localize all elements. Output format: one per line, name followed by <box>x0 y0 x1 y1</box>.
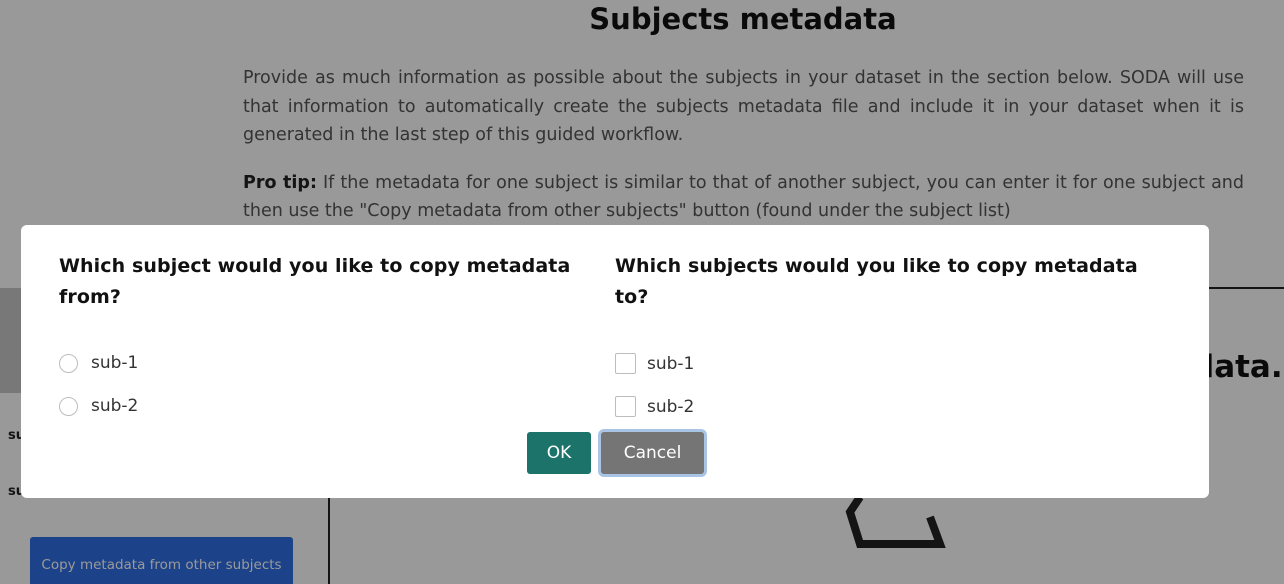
option-label: sub-1 <box>647 353 695 374</box>
copy-to-question: Which subjects would you like to copy me… <box>615 255 1138 308</box>
copy-from-question: Which subject would you like to copy met… <box>59 255 571 308</box>
copy-from-option-sub-2[interactable]: sub-2 <box>59 396 138 416</box>
copy-to-option-sub-2[interactable]: sub-2 <box>615 396 694 417</box>
checkbox[interactable] <box>615 353 636 374</box>
dialog-actions: OK Cancel <box>527 432 704 474</box>
checkbox[interactable] <box>615 396 636 417</box>
cancel-button[interactable]: Cancel <box>601 432 704 474</box>
copy-to-option-sub-1[interactable]: sub-1 <box>615 353 694 374</box>
copy-metadata-dialog: Which subject would you like to copy met… <box>21 225 1209 498</box>
radio-button[interactable] <box>59 396 78 416</box>
radio-button[interactable] <box>59 353 78 373</box>
option-label: sub-1 <box>91 353 139 373</box>
ok-button[interactable]: OK <box>527 432 591 474</box>
copy-from-section: Which subject would you like to copy met… <box>59 251 589 416</box>
option-label: sub-2 <box>91 396 139 416</box>
copy-to-section: Which subjects would you like to copy me… <box>615 251 1175 417</box>
option-label: sub-2 <box>647 396 695 417</box>
copy-from-option-sub-1[interactable]: sub-1 <box>59 353 138 373</box>
